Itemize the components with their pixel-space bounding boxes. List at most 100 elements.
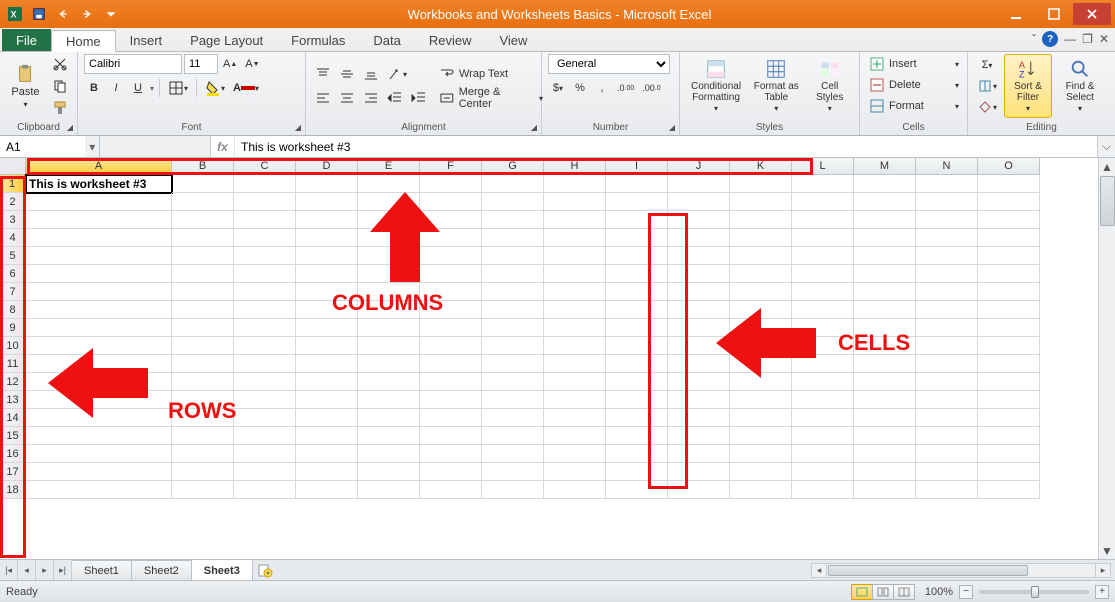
cell[interactable] (916, 319, 978, 337)
cell[interactable] (978, 463, 1040, 481)
cell[interactable] (420, 445, 482, 463)
cell[interactable] (730, 175, 792, 193)
cell[interactable] (482, 193, 544, 211)
cell[interactable] (544, 463, 606, 481)
cell[interactable] (482, 283, 544, 301)
cell[interactable] (916, 409, 978, 427)
cell[interactable] (978, 409, 1040, 427)
sheet-nav-first-icon[interactable]: |◂ (0, 560, 18, 580)
cell[interactable] (544, 283, 606, 301)
decrease-font-icon[interactable]: A▼ (242, 54, 262, 74)
cell[interactable] (420, 337, 482, 355)
scroll-thumb[interactable] (1100, 176, 1115, 226)
cell[interactable] (26, 283, 172, 301)
tab-formulas[interactable]: Formulas (277, 29, 359, 51)
cell[interactable] (730, 481, 792, 499)
cell[interactable] (296, 391, 358, 409)
cell[interactable] (296, 193, 358, 211)
cell[interactable] (544, 373, 606, 391)
cell[interactable] (358, 337, 420, 355)
cell[interactable] (544, 265, 606, 283)
conditional-formatting-button[interactable]: Conditional Formatting▾ (686, 54, 746, 118)
cell[interactable] (854, 211, 916, 229)
cell[interactable] (978, 247, 1040, 265)
hscroll-thumb[interactable] (828, 565, 1028, 576)
cell[interactable] (26, 229, 172, 247)
cell[interactable] (482, 355, 544, 373)
cell[interactable] (358, 445, 420, 463)
fx-icon[interactable]: fx (211, 136, 235, 157)
cell[interactable] (172, 355, 234, 373)
zoom-in-icon[interactable]: + (1095, 585, 1109, 599)
cell[interactable] (234, 355, 296, 373)
horizontal-scrollbar[interactable]: ◂ ▸ (811, 563, 1111, 578)
cell[interactable] (26, 481, 172, 499)
cell[interactable] (978, 175, 1040, 193)
cell[interactable] (234, 229, 296, 247)
align-right-icon[interactable] (360, 88, 382, 108)
cell[interactable] (544, 301, 606, 319)
cell[interactable] (544, 409, 606, 427)
cell[interactable] (792, 481, 854, 499)
cell[interactable] (26, 193, 172, 211)
cell[interactable] (420, 427, 482, 445)
cell[interactable] (234, 481, 296, 499)
cell[interactable] (26, 247, 172, 265)
cell[interactable] (172, 481, 234, 499)
cell[interactable] (854, 481, 916, 499)
cell[interactable] (172, 229, 234, 247)
cell[interactable] (358, 391, 420, 409)
border-icon[interactable]: ▾ (165, 78, 191, 98)
cell[interactable] (482, 337, 544, 355)
cell[interactable] (234, 337, 296, 355)
merge-center-button[interactable]: Merge & Center▾ (436, 88, 546, 108)
cell[interactable] (172, 175, 234, 193)
paste-button[interactable]: Paste ▾ (6, 54, 45, 118)
cell[interactable] (730, 283, 792, 301)
scroll-down-icon[interactable]: ▼ (1099, 542, 1115, 559)
cell[interactable] (420, 319, 482, 337)
cell[interactable] (854, 283, 916, 301)
cell[interactable] (234, 265, 296, 283)
decrease-indent-icon[interactable] (384, 88, 406, 108)
cell[interactable] (234, 175, 296, 193)
column-header[interactable]: N (916, 158, 978, 175)
find-select-button[interactable]: Find & Select▾ (1056, 54, 1104, 118)
new-sheet-icon[interactable] (253, 560, 277, 580)
alignment-dialog-icon[interactable]: ◢ (531, 123, 537, 132)
cell[interactable] (978, 283, 1040, 301)
cell[interactable] (358, 373, 420, 391)
cell[interactable] (854, 265, 916, 283)
cell[interactable] (854, 175, 916, 193)
doc-close-icon[interactable]: ✕ (1099, 32, 1109, 46)
cell[interactable] (296, 211, 358, 229)
cell[interactable] (792, 229, 854, 247)
cell[interactable] (26, 265, 172, 283)
cell[interactable] (916, 445, 978, 463)
cell[interactable] (544, 211, 606, 229)
sheet-tab-2[interactable]: Sheet2 (132, 560, 192, 580)
cell[interactable] (358, 463, 420, 481)
page-break-view-icon[interactable] (893, 584, 915, 600)
cell[interactable] (854, 229, 916, 247)
help-icon[interactable]: ? (1042, 31, 1058, 47)
cell[interactable] (544, 319, 606, 337)
cell[interactable] (978, 319, 1040, 337)
cell[interactable] (358, 175, 420, 193)
cell[interactable] (916, 175, 978, 193)
cell[interactable] (978, 337, 1040, 355)
cell[interactable] (172, 247, 234, 265)
increase-decimal-icon[interactable]: .0.00 (614, 78, 637, 98)
cell[interactable] (234, 247, 296, 265)
cell[interactable] (482, 391, 544, 409)
cell[interactable] (296, 319, 358, 337)
cell[interactable] (792, 391, 854, 409)
cell[interactable] (544, 427, 606, 445)
cell[interactable] (978, 211, 1040, 229)
tab-file[interactable]: File (2, 29, 51, 51)
cell[interactable] (792, 445, 854, 463)
sheet-nav-prev-icon[interactable]: ◂ (18, 560, 36, 580)
font-color-icon[interactable]: A▾ (230, 78, 262, 98)
comma-icon[interactable]: , (592, 78, 612, 98)
cell[interactable] (234, 193, 296, 211)
